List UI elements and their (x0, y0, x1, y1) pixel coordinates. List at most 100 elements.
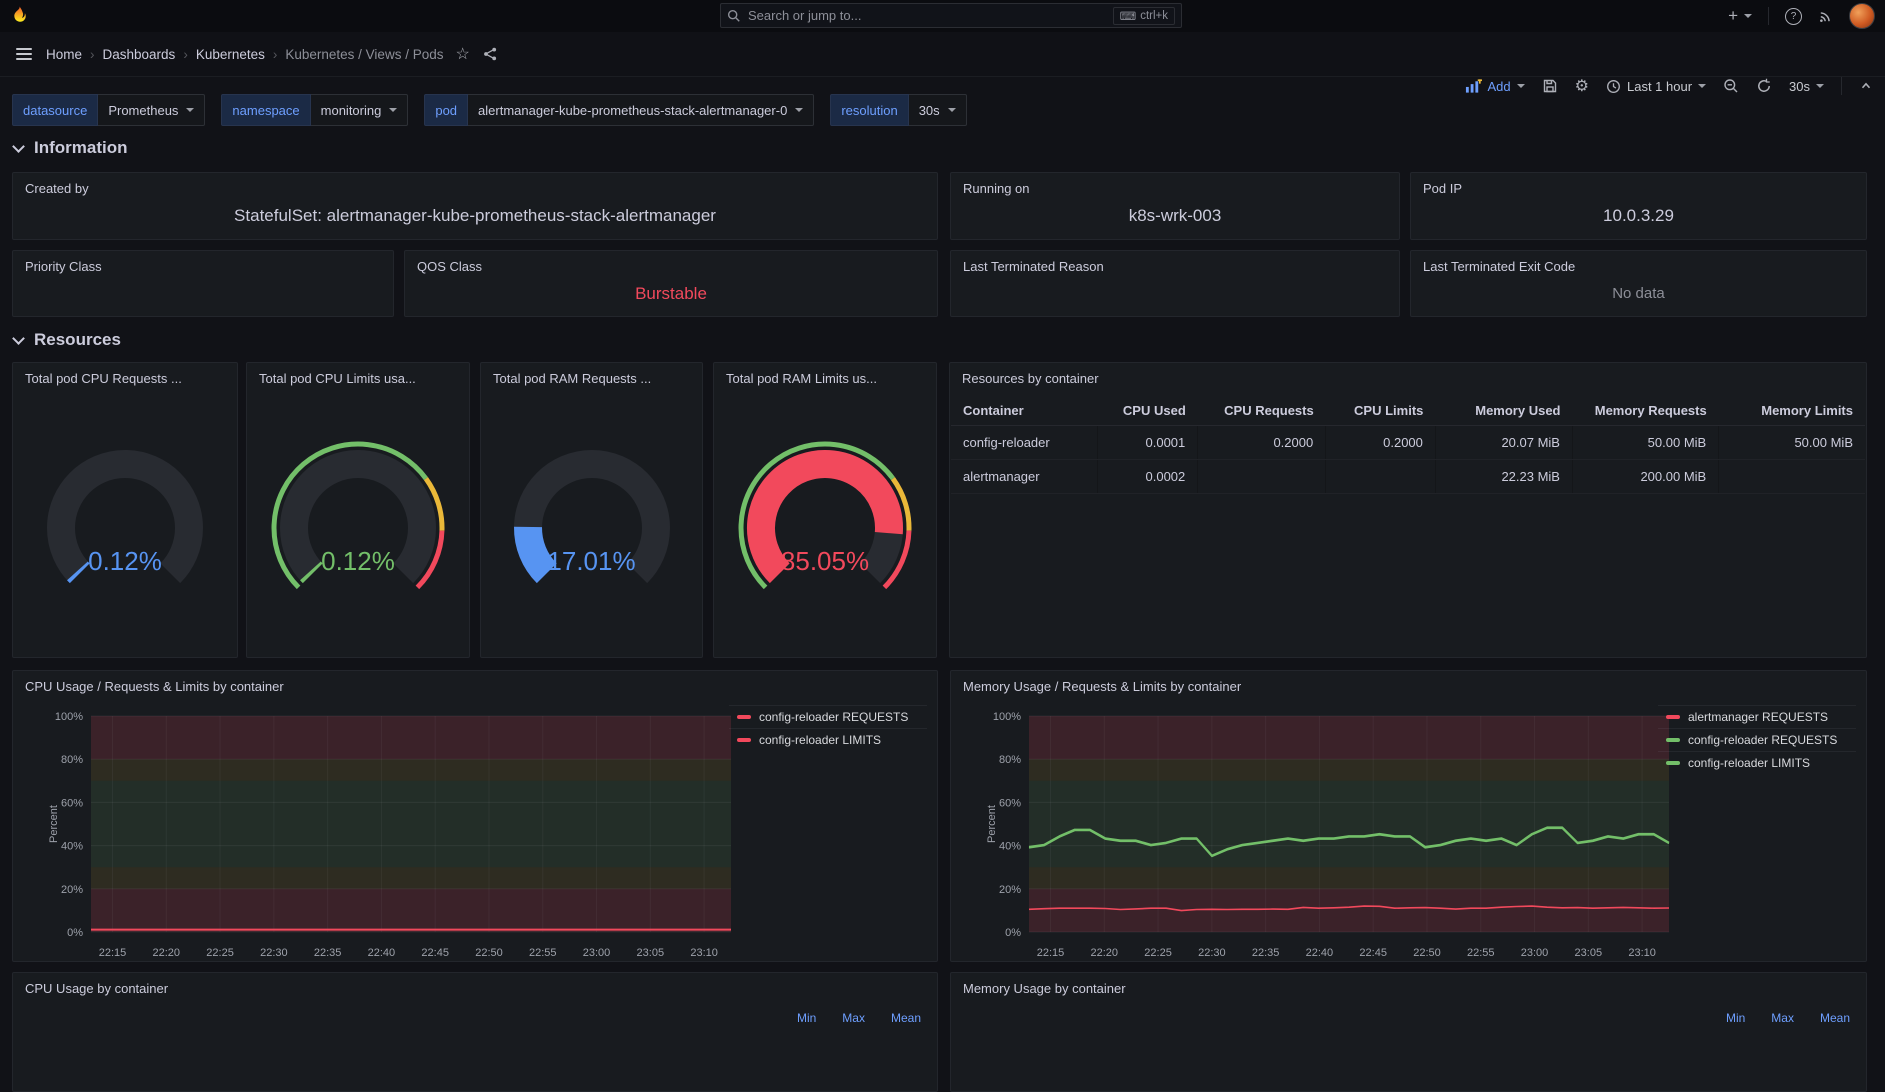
legend-item[interactable]: config-reloader REQUESTS (729, 705, 927, 728)
breadcrumb-kubernetes[interactable]: Kubernetes (196, 47, 265, 62)
variable-select-resolution[interactable]: 30s (908, 94, 967, 126)
svg-text:22:50: 22:50 (475, 947, 503, 959)
svg-text:80%: 80% (61, 754, 83, 766)
svg-text:20%: 20% (999, 884, 1021, 896)
panel-title[interactable]: Total pod CPU Requests ... (13, 363, 237, 386)
svg-text:100%: 100% (55, 711, 83, 723)
panel-title[interactable]: CPU Usage by container (13, 973, 937, 996)
table-cell: 0.2000 (1197, 425, 1327, 460)
panel-title[interactable]: Total pod CPU Limits usa... (247, 363, 469, 386)
refresh-interval-label: 30s (1789, 78, 1810, 94)
legend-item[interactable]: config-reloader REQUESTS (1658, 728, 1856, 751)
favorite-star-icon[interactable]: ☆ (455, 44, 469, 64)
table-column-header[interactable]: Container (951, 396, 1098, 426)
legend-series-label: alertmanager REQUESTS (1688, 710, 1829, 724)
panel-cpu-usage-by-container: CPU Usage by container Min Max Mean (12, 972, 938, 1092)
breadcrumb-home[interactable]: Home (46, 47, 82, 62)
panel-title[interactable]: Memory Usage / Requests & Limits by cont… (951, 671, 1866, 694)
gauge-value: 85.05% (780, 546, 870, 576)
add-panel-button[interactable]: Add (1465, 79, 1525, 94)
section-resources[interactable]: Resources (12, 330, 121, 350)
new-menu-button[interactable]: + (1728, 6, 1752, 26)
share-icon[interactable] (482, 46, 498, 62)
refresh-icon[interactable] (1756, 78, 1772, 94)
save-dashboard-icon[interactable] (1542, 78, 1558, 94)
svg-text:23:05: 23:05 (1575, 947, 1603, 959)
table-column-header[interactable]: Memory Limits (1718, 396, 1865, 426)
table-column-header[interactable]: CPU Used (1097, 396, 1198, 426)
svg-text:22:55: 22:55 (1467, 947, 1495, 959)
panel-title[interactable]: Total pod RAM Limits us... (714, 363, 936, 386)
search-input[interactable]: Search or jump to... ⌨ ctrl+k (720, 3, 1182, 28)
panel-title[interactable]: CPU Usage / Requests & Limits by contain… (13, 671, 937, 694)
legend-item[interactable]: alertmanager REQUESTS (1658, 705, 1856, 728)
legend-item[interactable]: config-reloader LIMITS (1658, 751, 1856, 774)
svg-text:100%: 100% (993, 711, 1021, 723)
legend-header-mean[interactable]: Mean (1820, 1011, 1850, 1025)
breadcrumb-dashboards[interactable]: Dashboards (103, 47, 176, 62)
breadcrumb-current: Kubernetes / Views / Pods (285, 46, 444, 62)
variable-select-datasource[interactable]: Prometheus (98, 94, 206, 126)
variable-select-pod[interactable]: alertmanager-kube-prometheus-stack-alert… (468, 94, 815, 126)
legend-series-label: config-reloader LIMITS (759, 733, 882, 747)
keyboard-icon: ⌨ (1119, 10, 1137, 23)
svg-text:22:20: 22:20 (153, 947, 181, 959)
gauge-value: 0.12% (321, 546, 395, 576)
panel-title[interactable]: Last Terminated Reason (951, 251, 1399, 274)
gauge-value: 17.01% (547, 546, 636, 576)
clock-icon (1606, 79, 1621, 94)
legend-header-max[interactable]: Max (842, 1011, 865, 1025)
refresh-interval-picker[interactable]: 30s (1789, 79, 1824, 94)
svg-text:20%: 20% (61, 884, 83, 896)
svg-text:22:15: 22:15 (99, 947, 127, 959)
panel-gauge-ram-limits: Total pod RAM Limits us... 85.05% (713, 362, 937, 658)
legend-header-min[interactable]: Min (1726, 1011, 1745, 1025)
table-column-header[interactable]: CPU Requests (1197, 396, 1326, 426)
panel-running-on: Running on k8s-wrk-003 (950, 172, 1400, 240)
legend-series-swatch (737, 715, 751, 719)
dashboard-settings-icon[interactable]: ⚙ (1575, 76, 1589, 96)
help-icon[interactable]: ? (1785, 7, 1802, 25)
section-information[interactable]: Information (12, 138, 128, 158)
panel-title[interactable]: Memory Usage by container (951, 973, 1866, 996)
table-cell: 50.00 MiB (1572, 425, 1720, 460)
zoom-out-icon[interactable] (1723, 78, 1739, 94)
svg-text:Percent: Percent (48, 805, 60, 843)
panel-created-by: Created by StatefulSet: alertmanager-kub… (12, 172, 938, 240)
variable-select-namespace[interactable]: monitoring (310, 94, 409, 126)
panel-title[interactable]: Last Terminated Exit Code (1411, 251, 1866, 274)
table-column-header[interactable]: Memory Requests (1572, 396, 1719, 426)
panel-title[interactable]: Total pod RAM Requests ... (481, 363, 702, 386)
panel-title[interactable]: QOS Class (405, 251, 937, 274)
grafana-logo[interactable] (8, 5, 31, 28)
legend-series-swatch (1666, 761, 1680, 765)
chevron-up-icon[interactable] (1859, 79, 1873, 93)
panel-title[interactable]: Priority Class (13, 251, 393, 274)
table-column-header[interactable]: CPU Limits (1325, 396, 1436, 426)
news-rss-icon[interactable] (1818, 9, 1833, 24)
svg-text:22:55: 22:55 (529, 947, 557, 959)
panel-title[interactable]: Resources by container (950, 363, 1866, 386)
search-icon (727, 9, 741, 23)
legend-header-min[interactable]: Min (797, 1011, 816, 1025)
time-range-picker[interactable]: Last 1 hour (1606, 79, 1707, 94)
panel-title[interactable]: Created by (13, 173, 937, 196)
legend-item[interactable]: config-reloader LIMITS (729, 728, 927, 751)
user-avatar[interactable] (1849, 3, 1875, 29)
stat-value: 10.0.3.29 (1603, 206, 1674, 225)
table-cell (1325, 459, 1436, 494)
menu-toggle-icon[interactable] (16, 45, 32, 63)
panel-title[interactable]: Pod IP (1411, 173, 1866, 196)
variable-label-pod: pod (424, 94, 469, 126)
table-row: alertmanager 0.0002 22.23 MiB 200.00 MiB (951, 459, 1865, 494)
legend-header-mean[interactable]: Mean (891, 1011, 921, 1025)
panel-title[interactable]: Running on (951, 173, 1399, 196)
variable-label-namespace: namespace (221, 94, 311, 126)
dashboard-variables: datasource Prometheus namespace monitori… (12, 94, 967, 126)
table-cell: 200.00 MiB (1572, 459, 1720, 494)
table-cell: 0.2000 (1325, 425, 1436, 460)
stat-value: StatefulSet: alertmanager-kube-prometheu… (234, 206, 716, 225)
table-column-header[interactable]: Memory Used (1435, 396, 1573, 426)
legend-header-max[interactable]: Max (1771, 1011, 1794, 1025)
panel-memory-usage-chart: Memory Usage / Requests & Limits by cont… (950, 670, 1867, 962)
